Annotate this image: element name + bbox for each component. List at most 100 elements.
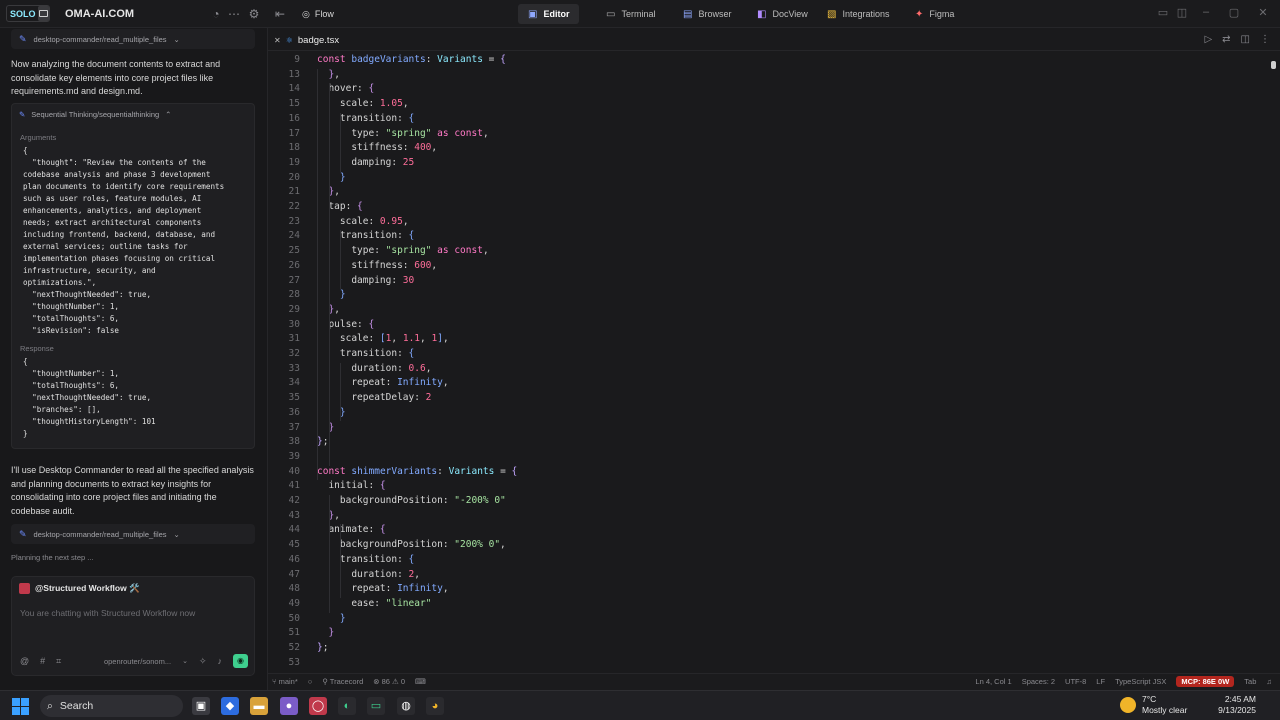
chrome-icon[interactable]: ◕ — [426, 697, 444, 715]
line-number: 53 — [288, 656, 300, 668]
keyboard-icon[interactable]: ⌨ — [415, 677, 426, 686]
code-line: } — [339, 406, 346, 418]
code-line: scale: 1.05, — [317, 98, 409, 110]
line-number: 15 — [288, 98, 300, 110]
solo-app-icon[interactable]: ◯ — [309, 697, 327, 715]
line-ending[interactable]: LF — [1096, 677, 1105, 686]
indent-guide — [328, 83, 330, 466]
encoding[interactable]: UTF-8 — [1065, 677, 1086, 686]
mic-icon[interactable]: ♪ — [218, 656, 223, 666]
weather-icon — [1120, 697, 1136, 713]
status-right: Ln 4, Col 1 Spaces: 2 UTF-8 LF TypeScrip… — [975, 673, 1272, 690]
tab-figma[interactable]: ✦ Figma — [905, 4, 964, 24]
tab-docview[interactable]: ◧ DocView — [747, 4, 818, 24]
code-line: }, — [328, 68, 340, 80]
arguments-label: Arguments — [20, 133, 57, 142]
windows-start-icon[interactable] — [12, 698, 29, 715]
chat-panel: ✎ desktop-commander/read_multiple_files ⌄ … — [0, 28, 268, 690]
line-number: 44 — [288, 524, 300, 536]
collapse-sidebar-icon[interactable]: ⇤ — [272, 6, 288, 22]
file-explorer-icon[interactable]: ▬ — [250, 697, 268, 715]
code-line: type: "spring" as const, — [317, 127, 489, 139]
tool-call-chip[interactable]: ✎ desktop-commander/read_multiple_files ⌄ — [11, 29, 255, 49]
code-line: duration: 0.6, — [317, 362, 432, 374]
settings-icon[interactable]: ⚙ — [246, 6, 262, 22]
taskbar-search[interactable]: ⌕ Search — [40, 695, 183, 717]
more-icon[interactable]: ⋯ — [226, 6, 242, 22]
browser-icon: ▤ — [683, 8, 693, 20]
tracecord-status[interactable]: ⚲ Tracecord — [322, 677, 363, 686]
attach-icon[interactable]: ⌗ — [56, 656, 61, 667]
flow-button[interactable]: ◎ Flow — [296, 5, 340, 23]
minimize-icon[interactable]: – — [1199, 6, 1213, 18]
code-line: } — [328, 421, 335, 433]
indent-guide — [317, 68, 318, 481]
line-number: 47 — [288, 568, 300, 580]
line-number: 36 — [288, 406, 300, 418]
scrollbar-thumb[interactable] — [1271, 61, 1276, 69]
code-line: initial: { — [317, 480, 386, 492]
chat-icon[interactable]: ◔ — [208, 6, 224, 22]
code-line: pulse: { — [317, 318, 375, 330]
indent-guide — [340, 362, 341, 422]
code-line: transition: { — [317, 553, 415, 565]
indent-guide — [340, 112, 341, 172]
solo-logo[interactable]: SOLO — [6, 5, 50, 22]
sync-icon[interactable]: ○ — [308, 677, 313, 686]
split-icon[interactable]: ◫ — [1175, 6, 1189, 19]
diff-icon[interactable]: ⇄ — [1222, 34, 1230, 45]
line-number: 38 — [288, 436, 300, 448]
line-number: 34 — [288, 377, 300, 389]
weather-widget[interactable]: 7°C Mostly clear — [1120, 694, 1187, 716]
language-mode[interactable]: TypeScript JSX — [1115, 677, 1166, 686]
line-number: 21 — [288, 186, 300, 198]
copilot-icon[interactable]: ◆ — [221, 697, 239, 715]
code-line: const shimmerVariants: Variants = { — [317, 465, 518, 477]
line-number: 18 — [288, 142, 300, 154]
mcp-status-badge[interactable]: MCP: 86E 0W — [1176, 676, 1235, 687]
line-number: 43 — [288, 509, 300, 521]
model-select[interactable]: openrouter/sonom... — [104, 657, 171, 666]
branch-status[interactable]: ⑂ main* — [272, 677, 298, 686]
line-number: 19 — [288, 156, 300, 168]
problems-status[interactable]: ⊗ 86 ⚠ 0 — [373, 677, 405, 686]
close-icon[interactable]: ✕ — [1256, 6, 1270, 19]
layout-icon[interactable]: ▭ — [1156, 6, 1170, 19]
hash-icon[interactable]: # — [40, 656, 45, 666]
tab-editor[interactable]: ▣ Editor — [518, 4, 580, 24]
indentation[interactable]: Spaces: 2 — [1022, 677, 1055, 686]
more-icon[interactable]: ⋮ — [1260, 34, 1270, 45]
tool-call-chip[interactable]: ✎ desktop-commander/read_multiple_files ⌄ — [11, 524, 255, 544]
editor-actions: ▷ ⇄ ◫ ⋮ — [1204, 34, 1270, 45]
mention-icon[interactable]: @ — [20, 656, 29, 666]
chat-input[interactable]: You are chatting with Structured Workflo… — [20, 608, 195, 618]
close-tab-icon[interactable]: ✕ — [274, 36, 281, 45]
agent-header: @Structured Workflow 🛠️ — [19, 583, 140, 594]
github-icon[interactable]: ◍ — [397, 697, 415, 715]
clock[interactable]: 2:45 AM 9/13/2025 — [1218, 694, 1256, 716]
tab-integrations[interactable]: ▧ Integrations — [817, 4, 899, 24]
code-line: }; — [317, 642, 329, 653]
cursor-position[interactable]: Ln 4, Col 1 — [975, 677, 1011, 686]
notification-icon[interactable]: ♫ — [1266, 677, 1272, 686]
terminal-app-icon[interactable]: ▭ — [367, 697, 385, 715]
workspace-name[interactable]: OMA-AI.COM — [65, 8, 134, 20]
maximize-icon[interactable]: ▢ — [1227, 6, 1241, 19]
code-line: stiffness: 400, — [317, 142, 438, 154]
send-button[interactable]: ◉ — [233, 654, 248, 668]
tab-mode[interactable]: Tab — [1244, 677, 1256, 686]
tab-terminal[interactable]: ▭ Terminal — [596, 4, 665, 24]
file-tab[interactable]: ✕ ⚛ badge.tsx — [274, 32, 339, 48]
run-icon[interactable]: ▷ — [1204, 34, 1212, 45]
code-line: type: "spring" as const, — [317, 245, 489, 257]
line-number: 13 — [288, 68, 300, 80]
tab-browser[interactable]: ▤ Browser — [673, 4, 741, 24]
tool-call-header[interactable]: ✎ Sequential Thinking/sequentialthinking ⌃ — [19, 110, 171, 119]
tool-icon: ✎ — [19, 33, 27, 44]
code-line: const badgeVariants: Variants = { — [317, 54, 506, 65]
split-editor-icon[interactable]: ◫ — [1241, 34, 1250, 45]
sparkle-icon[interactable]: ✧ — [199, 656, 207, 667]
task-view-icon[interactable]: ▣ — [192, 697, 210, 715]
app-icon[interactable]: ◐ — [338, 697, 356, 715]
app-icon[interactable]: ● — [280, 697, 298, 715]
